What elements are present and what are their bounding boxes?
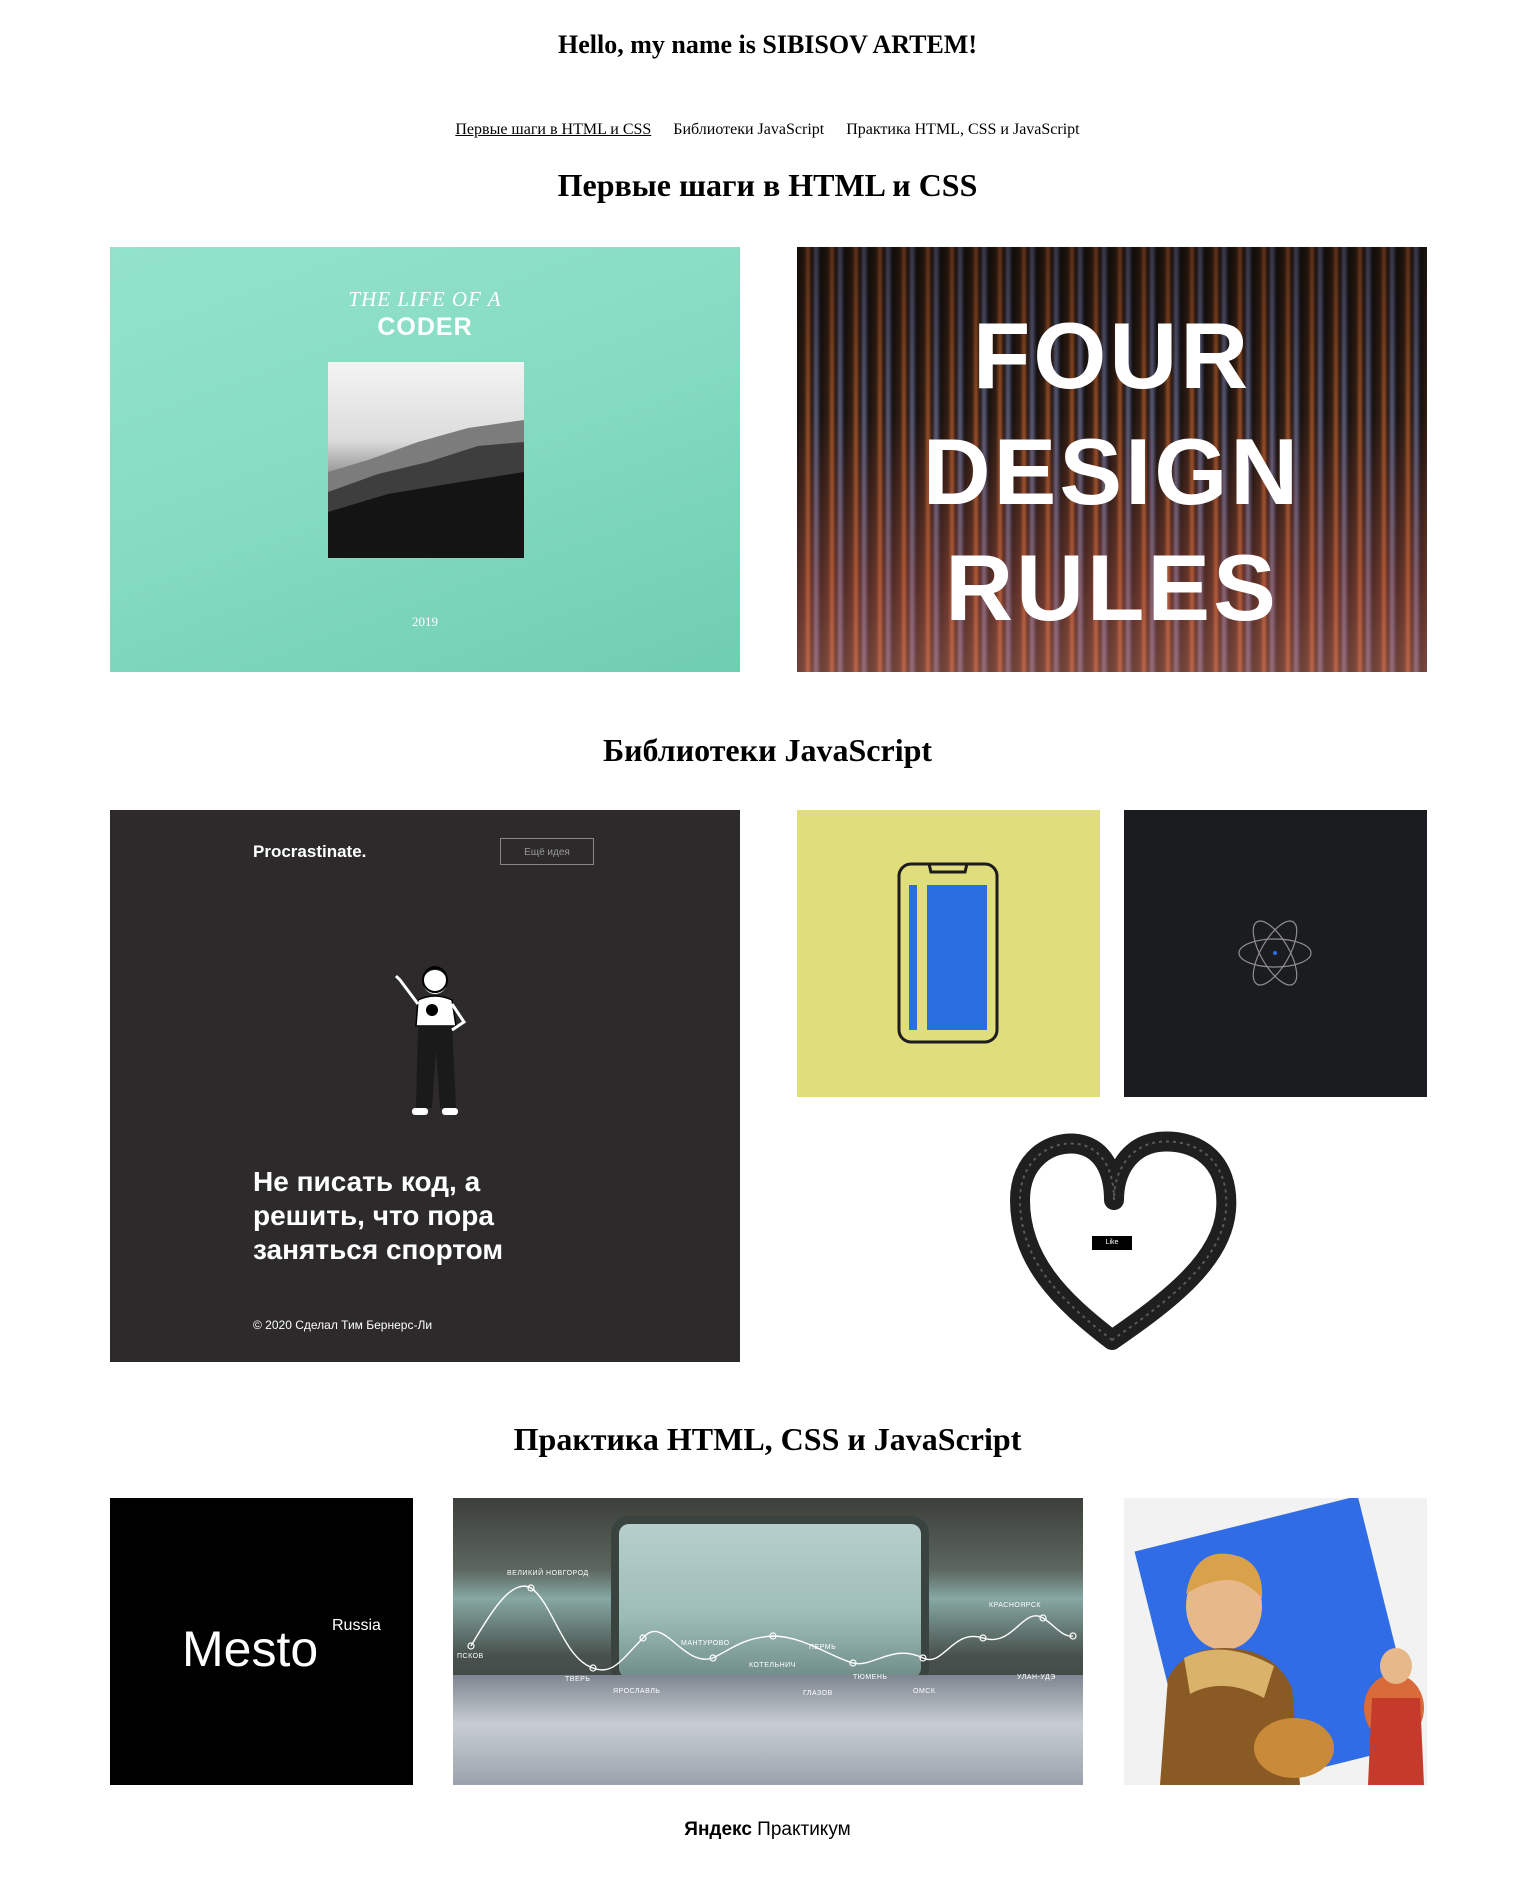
project-life-of-a-coder[interactable]: THE LIFE OF A CODER 2019 <box>110 247 740 672</box>
quote-line-1: Не писать код, а <box>253 1166 481 1197</box>
city-label: ПСКОВ <box>457 1653 484 1660</box>
section-nav: Первые шаги в HTML и CSS Библиотеки Java… <box>0 121 1535 139</box>
mountain-photo <box>328 362 524 558</box>
project-phone-animation[interactable] <box>797 810 1100 1097</box>
rules-word-1: FOUR <box>972 303 1252 408</box>
city-label: ТВЕРЬ <box>565 1676 591 1683</box>
mesto-title: Mesto <box>182 1621 319 1677</box>
smartphone-icon <box>897 862 999 1044</box>
like-button[interactable]: Like <box>1092 1236 1132 1250</box>
city-label: ЯРОСЛАВЛЬ <box>613 1688 661 1695</box>
footer-brand: Яндекс <box>684 1819 752 1840</box>
project-heart-like[interactable]: Like <box>1000 1130 1260 1365</box>
city-label: ТЮМЕНЬ <box>853 1674 888 1681</box>
coder-title-line1: THE LIFE OF A <box>348 287 502 311</box>
city-label: МАНТУРОВО <box>681 1640 730 1647</box>
atom-icon <box>1238 920 1312 986</box>
nav-link-html-css[interactable]: Первые шаги в HTML и CSS <box>455 121 651 138</box>
project-russian-travel[interactable]: ВЕЛИКИЙ НОВГОРОД ПСКОВ ТВЕРЬ ЯРОСЛАВЛЬ М… <box>453 1498 1083 1785</box>
route-line <box>467 1584 1077 1672</box>
project-procrastinate[interactable]: Procrastinate. Ещё идея Не писать код, а… <box>110 810 740 1362</box>
coder-year: 2019 <box>412 614 438 629</box>
project-four-design-rules[interactable]: FOUR DESIGN RULES <box>797 247 1427 672</box>
footer-product: Практикум <box>757 1819 851 1840</box>
procrastinate-copyright: © 2020 Сделал Тим Бернерс-Ли <box>253 1318 433 1332</box>
mesto-subtitle: Russia <box>332 1617 381 1634</box>
quote-line-3: заняться спортом <box>253 1234 504 1265</box>
city-label: ГЛАЗОВ <box>803 1690 833 1697</box>
procrastinate-logo: Procrastinate. <box>253 842 367 861</box>
quote-line-2: решить, что пора <box>253 1200 494 1231</box>
rules-word-2: DESIGN <box>922 419 1302 524</box>
footer-logo: Яндекс Практикум <box>0 1819 1535 1841</box>
city-label: ПЕРМЬ <box>809 1644 837 1651</box>
city-label: КРАСНОЯРСК <box>989 1602 1041 1609</box>
nav-link-practice[interactable]: Практика HTML, CSS и JavaScript <box>846 121 1079 138</box>
boy-portrait-icon <box>1160 1553 1424 1785</box>
nav-link-js-libraries[interactable]: Библиотеки JavaScript <box>673 121 824 138</box>
project-mesto[interactable]: Mesto Russia <box>110 1498 413 1785</box>
city-label: ОМСК <box>913 1688 936 1695</box>
procrastinate-quote: Не писать код, а решить, что пора занять… <box>253 1165 503 1267</box>
girl-illustration-icon <box>394 966 467 1115</box>
project-boy-painting[interactable] <box>1124 1498 1427 1785</box>
section-title-js-libraries: Библиотеки JavaScript <box>602 732 933 768</box>
section-title-html-css: Первые шаги в HTML и CSS <box>557 167 978 203</box>
project-atom-animation[interactable] <box>1124 810 1427 1097</box>
another-idea-button[interactable]: Ещё идея <box>500 838 594 865</box>
city-label: КОТЕЛЬНИЧ <box>749 1662 796 1669</box>
city-label: УЛАН-УДЭ <box>1017 1674 1056 1681</box>
page-greeting: Hello, my name is SIBISOV ARTEM! <box>558 30 977 59</box>
rules-word-3: RULES <box>945 535 1279 640</box>
coder-title-line2: CODER <box>377 313 473 341</box>
city-label: ВЕЛИКИЙ НОВГОРОД <box>507 1570 589 1577</box>
section-title-practice: Практика HTML, CSS и JavaScript <box>513 1421 1022 1457</box>
